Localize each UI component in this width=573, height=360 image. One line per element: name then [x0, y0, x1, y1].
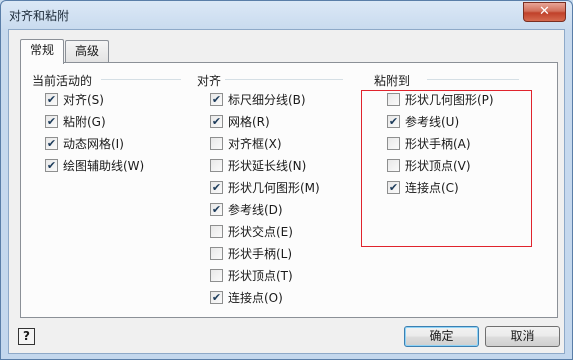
help-button[interactable]: ?	[18, 328, 35, 345]
checkbox-unchecked-icon[interactable]	[387, 136, 400, 150]
checkbox-glue-2[interactable]: 形状手柄(A)	[387, 134, 471, 152]
group-title-glue: 粘附到	[374, 74, 411, 88]
checkbox-label: 形状几何图形(P)	[405, 92, 494, 107]
close-icon: ✕	[539, 4, 550, 19]
group-divider	[101, 79, 181, 80]
title-bar[interactable]: 对齐和粘附 ✕	[1, 1, 572, 29]
checkbox-label: 连接点(C)	[405, 180, 459, 195]
checkbox-checked-icon[interactable]	[210, 180, 223, 194]
checkbox-unchecked-icon[interactable]	[210, 136, 223, 150]
checkbox-checked-icon[interactable]	[45, 114, 58, 128]
checkbox-unchecked-icon[interactable]	[210, 246, 223, 260]
window-title: 对齐和粘附	[9, 9, 70, 23]
checkbox-label: 标尺细分线(B)	[228, 92, 306, 107]
checkbox-checked-icon[interactable]	[45, 92, 58, 106]
checkbox-label: 参考线(U)	[405, 114, 460, 129]
checkbox-checked-icon[interactable]	[210, 290, 223, 304]
checkbox-glue-1[interactable]: 参考线(U)	[387, 112, 459, 130]
checkbox-checked-icon[interactable]	[210, 92, 223, 106]
checkbox-label: 粘附(G)	[63, 114, 106, 129]
checkbox-glue-3[interactable]: 形状顶点(V)	[387, 156, 471, 174]
checkbox-snap-3[interactable]: 形状延长线(N)	[210, 156, 306, 174]
checkbox-unchecked-icon[interactable]	[210, 158, 223, 172]
checkbox-current-0[interactable]: 对齐(S)	[45, 90, 104, 108]
checkbox-checked-icon[interactable]	[210, 202, 223, 216]
checkbox-unchecked-icon[interactable]	[210, 224, 223, 238]
checkbox-label: 参考线(D)	[228, 202, 283, 217]
checkbox-current-3[interactable]: 绘图辅助线(W)	[45, 156, 144, 174]
group-title-snap: 对齐	[197, 74, 222, 88]
help-icon: ?	[23, 329, 30, 343]
checkbox-label: 形状手柄(A)	[405, 136, 471, 151]
cancel-button[interactable]: 取消	[485, 326, 560, 347]
checkbox-snap-7[interactable]: 形状手柄(L)	[210, 244, 292, 262]
checkbox-label: 形状交点(E)	[228, 224, 293, 239]
checkbox-label: 形状顶点(V)	[405, 158, 471, 173]
dialog-client: 常规 高级 当前活动的 对齐(S) 粘附(G) 动态网格(I) 绘图辅助线(W) 对齐…	[8, 29, 565, 354]
checkbox-label: 对齐框(X)	[228, 136, 282, 151]
checkbox-glue-0[interactable]: 形状几何图形(P)	[387, 90, 494, 108]
checkbox-snap-4[interactable]: 形状几何图形(M)	[210, 178, 320, 196]
checkbox-label: 形状顶点(T)	[228, 268, 293, 283]
checkbox-snap-2[interactable]: 对齐框(X)	[210, 134, 282, 152]
checkbox-checked-icon[interactable]	[387, 114, 400, 128]
checkbox-snap-6[interactable]: 形状交点(E)	[210, 222, 293, 240]
checkbox-label: 形状几何图形(M)	[228, 180, 320, 195]
checkbox-snap-1[interactable]: 网格(R)	[210, 112, 270, 130]
group-title-current: 当前活动的	[32, 74, 93, 88]
checkbox-label: 连接点(O)	[228, 290, 283, 305]
checkbox-label: 网格(R)	[228, 114, 270, 129]
checkbox-snap-8[interactable]: 形状顶点(T)	[210, 266, 293, 284]
checkbox-glue-4[interactable]: 连接点(C)	[387, 178, 459, 196]
checkbox-checked-icon[interactable]	[387, 180, 400, 194]
checkbox-checked-icon[interactable]	[45, 136, 58, 150]
tab-panel-general: 当前活动的 对齐(S) 粘附(G) 动态网格(I) 绘图辅助线(W) 对齐 标尺细分线…	[20, 62, 558, 318]
checkbox-label: 形状延长线(N)	[228, 158, 307, 173]
group-divider	[427, 79, 519, 80]
close-button[interactable]: ✕	[523, 2, 566, 22]
checkbox-label: 对齐(S)	[63, 92, 104, 107]
tab-advanced[interactable]: 高级	[65, 40, 110, 62]
checkbox-unchecked-icon[interactable]	[387, 92, 400, 106]
checkbox-checked-icon[interactable]	[45, 158, 58, 172]
tab-general[interactable]: 常规	[20, 39, 65, 64]
checkbox-snap-5[interactable]: 参考线(D)	[210, 200, 283, 218]
checkbox-unchecked-icon[interactable]	[210, 268, 223, 282]
dialog-window: 对齐和粘附 ✕ 常规 高级 当前活动的 对齐(S) 粘附(G) 动态网格(I) 绘图辅…	[0, 0, 573, 360]
checkbox-checked-icon[interactable]	[210, 114, 223, 128]
checkbox-label: 绘图辅助线(W)	[63, 158, 145, 173]
checkbox-unchecked-icon[interactable]	[387, 158, 400, 172]
group-divider	[225, 79, 343, 80]
checkbox-snap-9[interactable]: 连接点(O)	[210, 288, 283, 306]
checkbox-label: 动态网格(I)	[63, 136, 124, 151]
checkbox-label: 形状手柄(L)	[228, 246, 293, 261]
ok-button[interactable]: 确定	[404, 326, 479, 347]
checkbox-snap-0[interactable]: 标尺细分线(B)	[210, 90, 306, 108]
checkbox-current-1[interactable]: 粘附(G)	[45, 112, 106, 130]
checkbox-current-2[interactable]: 动态网格(I)	[45, 134, 124, 152]
